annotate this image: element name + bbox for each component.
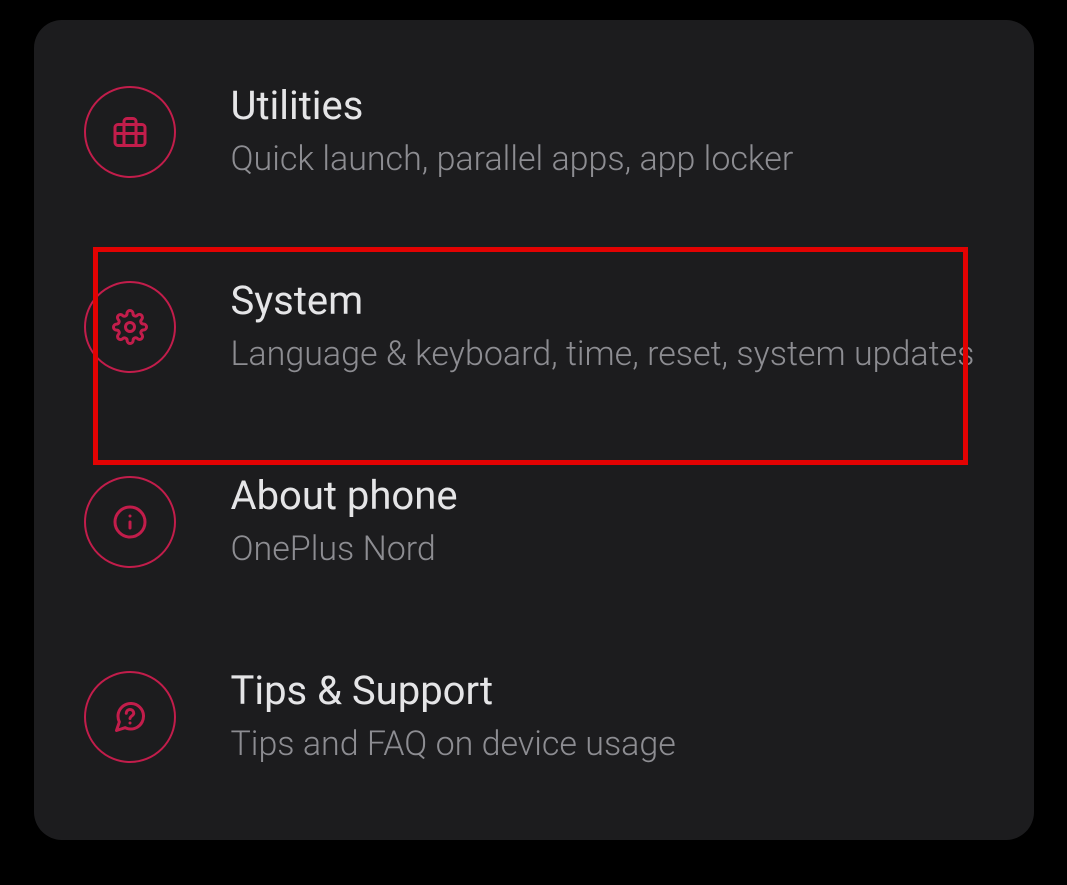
settings-item-subtitle: Quick launch, parallel apps, app locker bbox=[231, 137, 984, 183]
settings-item-title: Tips & Support bbox=[231, 667, 984, 714]
gear-icon bbox=[84, 281, 176, 373]
question-icon bbox=[84, 671, 176, 763]
settings-item-subtitle: Tips and FAQ on device usage bbox=[231, 722, 984, 768]
settings-item-utilities[interactable]: Utilities Quick launch, parallel apps, a… bbox=[34, 60, 1034, 205]
settings-item-system[interactable]: System Language & keyboard, time, reset,… bbox=[34, 255, 1034, 400]
briefcase-icon bbox=[84, 86, 176, 178]
settings-item-title: About phone bbox=[231, 472, 984, 519]
settings-item-tips-support[interactable]: Tips & Support Tips and FAQ on device us… bbox=[34, 645, 1034, 790]
settings-item-text: About phone OnePlus Nord bbox=[231, 472, 984, 573]
settings-item-about-phone[interactable]: About phone OnePlus Nord bbox=[34, 450, 1034, 595]
settings-item-title: System bbox=[231, 277, 984, 324]
settings-item-text: System Language & keyboard, time, reset,… bbox=[231, 277, 984, 378]
settings-item-subtitle: OnePlus Nord bbox=[231, 527, 984, 573]
settings-item-subtitle: Language & keyboard, time, reset, system… bbox=[231, 332, 984, 378]
info-icon bbox=[84, 476, 176, 568]
settings-item-text: Tips & Support Tips and FAQ on device us… bbox=[231, 667, 984, 768]
settings-item-title: Utilities bbox=[231, 82, 984, 129]
settings-panel: Utilities Quick launch, parallel apps, a… bbox=[34, 20, 1034, 840]
settings-item-text: Utilities Quick launch, parallel apps, a… bbox=[231, 82, 984, 183]
